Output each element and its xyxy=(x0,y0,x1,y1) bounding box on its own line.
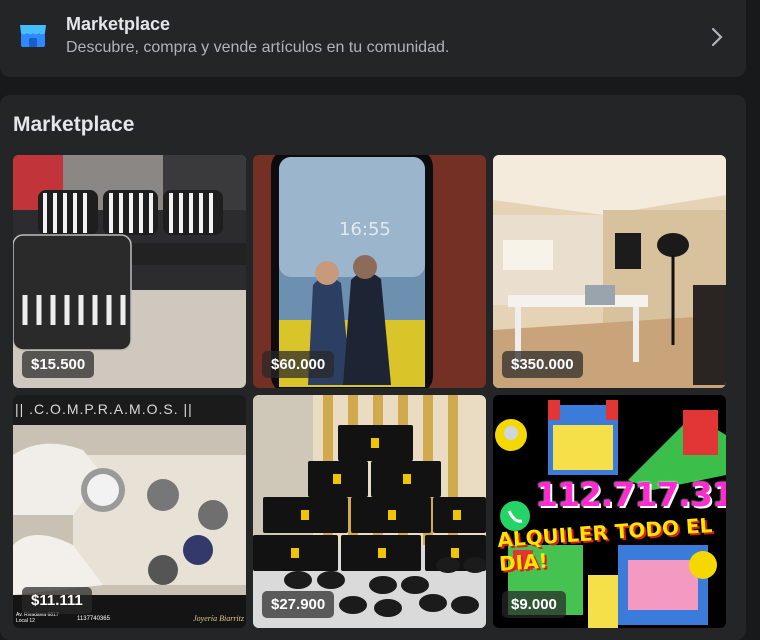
listing-tile[interactable]: $27.900 xyxy=(253,395,486,628)
section-title: Marketplace xyxy=(13,113,135,136)
listing-tile[interactable]: || .C.O.M.P.R.A.M.O.S. || Av. Rivadavia … xyxy=(13,395,246,628)
listing-price: $27.900 xyxy=(262,591,335,618)
chevron-right-icon[interactable] xyxy=(710,26,724,48)
overlay-phone: 1137740365 xyxy=(77,616,110,622)
listing-price: $9.000 xyxy=(502,591,566,618)
listing-price: $350.000 xyxy=(502,351,583,378)
listing-tile[interactable]: 112.717.3151 ALQUILER TODO EL DIA! $9.00… xyxy=(493,395,726,628)
listing-tile[interactable]: 16:55 $60.000 xyxy=(253,155,486,388)
marketplace-store-icon xyxy=(20,25,46,47)
marketplace-shortcut-card[interactable]: Marketplace Descubre, compra y vende art… xyxy=(0,0,746,77)
shortcut-title: Marketplace xyxy=(66,14,171,34)
shortcut-subtitle: Descubre, compra y vende artículos en tu… xyxy=(66,39,450,56)
listing-tile[interactable]: $350.000 xyxy=(493,155,726,388)
listing-price: $11.111 xyxy=(22,587,92,614)
overlay-rental-phone: 112.717.3151 xyxy=(535,475,726,514)
listing-price: $15.500 xyxy=(22,351,95,378)
listing-tile[interactable]: $15.500 xyxy=(13,155,246,388)
overlay-compramos: || .C.O.M.P.R.A.M.O.S. || xyxy=(15,401,193,417)
svg-text:16:55: 16:55 xyxy=(339,219,391,240)
listing-price: $60.000 xyxy=(262,351,335,378)
overlay-brand: Joyería Biarritz xyxy=(193,614,244,623)
